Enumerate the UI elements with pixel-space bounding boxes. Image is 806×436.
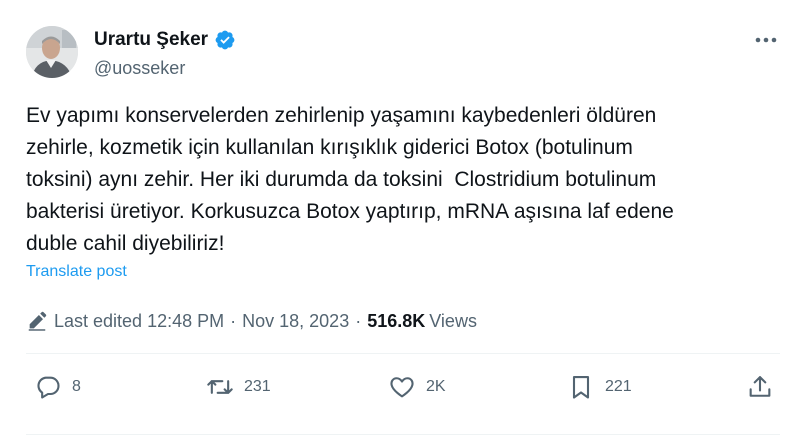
share-button[interactable] xyxy=(746,370,774,404)
post-date[interactable]: Nov 18, 2023 xyxy=(242,311,349,332)
tweet-meta: Last edited 12:48 PM · Nov 18, 2023 · 51… xyxy=(26,308,477,334)
retweet-count: 231 xyxy=(244,378,271,395)
like-count: 2K xyxy=(426,378,446,395)
edited-time[interactable]: Last edited 12:48 PM xyxy=(54,311,224,332)
views-count: 516.8K xyxy=(367,310,426,331)
verified-badge-icon[interactable] xyxy=(214,29,236,51)
tweet-header: Urartu Şeker @uosseker xyxy=(26,26,780,80)
more-icon[interactable] xyxy=(752,26,780,54)
meta-separator: · xyxy=(230,310,237,331)
reply-button[interactable]: 8 xyxy=(34,370,81,404)
display-name-row: Urartu Şeker xyxy=(94,28,236,52)
bookmark-count: 221 xyxy=(605,378,632,395)
tweet-text: Ev yapımı konservelerden zehirlenip yaşa… xyxy=(26,104,674,255)
divider xyxy=(26,434,780,435)
action-bar: 8 231 2K 221 xyxy=(26,370,780,404)
display-name[interactable]: Urartu Şeker xyxy=(94,29,208,51)
reply-count: 8 xyxy=(72,378,81,395)
pencil-edit-icon[interactable] xyxy=(26,310,48,332)
like-icon xyxy=(390,377,414,398)
author-names: Urartu Şeker @uosseker xyxy=(94,28,236,79)
bookmark-icon xyxy=(572,376,590,399)
meta-separator: · xyxy=(355,310,362,331)
like-button[interactable]: 2K xyxy=(388,370,446,404)
views-label: Views xyxy=(429,310,477,331)
share-icon xyxy=(749,376,771,397)
divider xyxy=(26,353,780,354)
reply-icon xyxy=(37,376,60,399)
retweet-icon xyxy=(207,380,233,394)
retweet-button[interactable]: 231 xyxy=(206,370,271,404)
author-handle[interactable]: @uosseker xyxy=(94,58,236,79)
translate-post-link[interactable]: Translate post xyxy=(26,263,127,281)
avatar[interactable] xyxy=(26,26,78,78)
avatar-photo xyxy=(26,26,78,78)
tweet-card: Urartu Şeker @uosseker Ev yapımı konserv… xyxy=(0,0,806,436)
bookmark-button[interactable]: 221 xyxy=(567,370,632,404)
